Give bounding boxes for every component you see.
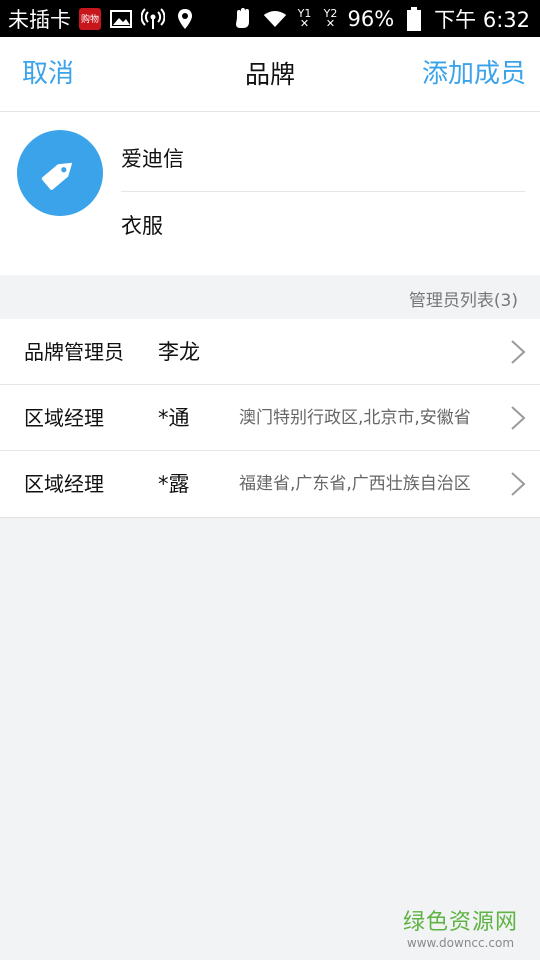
- admin-name: *通: [158, 406, 190, 430]
- navigation-bar: 取消 品牌 添加成员: [0, 37, 540, 112]
- watermark: 绿色资源网 www.downcc.com: [403, 904, 518, 950]
- admin-row[interactable]: 区域经理 *通 澳门特别行政区,北京市,安徽省: [0, 385, 540, 451]
- admin-region: 福建省,广东省,广西壮族自治区: [239, 474, 471, 494]
- brand-avatar[interactable]: [17, 130, 103, 216]
- carrier-label: 未插卡: [8, 7, 71, 32]
- battery-percent: 96%: [347, 6, 395, 31]
- watermark-url: www.downcc.com: [406, 936, 515, 950]
- admin-row[interactable]: 区域经理 *露 福建省,广东省,广西壮族自治区: [0, 451, 540, 517]
- wifi-icon: [263, 8, 287, 30]
- admin-role: 区域经理: [24, 406, 104, 430]
- clock: 下午 6:32: [434, 7, 530, 32]
- brand-card: 爱迪信 衣服: [0, 112, 540, 275]
- admin-name: 李龙: [158, 340, 200, 364]
- shopping-app-icon: 购物: [79, 7, 101, 30]
- brand-category[interactable]: 衣服: [121, 193, 163, 259]
- status-bar: 未插卡 购物 Y1 ✕ Y2 ✕ 96% 下午 6:32: [0, 0, 540, 37]
- image-icon: [109, 8, 133, 30]
- watermark-title: 绿色资源网: [402, 910, 518, 935]
- admin-role: 品牌管理员: [24, 340, 124, 364]
- hotspot-icon: [141, 7, 165, 30]
- chevron-right-icon: [511, 340, 526, 364]
- battery-icon: [402, 6, 426, 31]
- admin-list: 品牌管理员 李龙 区域经理 *通 澳门特别行政区,北京市,安徽省 区域经理 *露…: [0, 319, 540, 518]
- sim1-indicator: Y1 ✕: [297, 6, 312, 30]
- brand-name[interactable]: 爱迪信: [121, 126, 525, 192]
- admin-row[interactable]: 品牌管理员 李龙: [0, 319, 540, 385]
- tag-icon: [41, 162, 73, 190]
- location-icon: [173, 8, 197, 30]
- admin-name: *露: [158, 472, 190, 496]
- admin-list-header: 管理员列表(3): [408, 291, 518, 311]
- admin-region: 澳门特别行政区,北京市,安徽省: [239, 408, 471, 428]
- glove-icon: [231, 7, 255, 30]
- chevron-right-icon: [511, 406, 526, 430]
- sim2-indicator: Y2 ✕: [323, 6, 338, 30]
- chevron-right-icon: [511, 472, 526, 496]
- admin-role: 区域经理: [24, 472, 104, 496]
- add-member-button[interactable]: 添加成员: [422, 37, 526, 112]
